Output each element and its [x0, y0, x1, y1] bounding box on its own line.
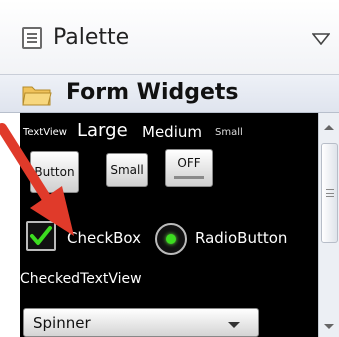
checkbox-widget[interactable]: [26, 221, 56, 251]
folder-icon: [22, 86, 52, 106]
textview-widget[interactable]: TextView: [23, 127, 67, 138]
small-button-widget[interactable]: Small: [106, 153, 148, 187]
scrollbar-thumb[interactable]: [321, 143, 338, 243]
scroll-down-icon[interactable]: [324, 324, 334, 329]
grip-icon: [326, 189, 334, 197]
scroll-up-icon[interactable]: [324, 125, 334, 130]
section-header-form-widgets[interactable]: Form Widgets: [0, 75, 339, 113]
chevron-down-icon: [228, 322, 240, 328]
palette-header: Palette: [0, 0, 339, 75]
button-widget[interactable]: Button: [30, 151, 79, 193]
spinner-widget[interactable]: Spinner: [23, 308, 259, 337]
radio-button-label: RadioButton: [195, 229, 288, 247]
triangle-down-icon[interactable]: [312, 33, 330, 45]
medium-text-widget[interactable]: Medium: [142, 123, 202, 141]
radio-selected-dot: [166, 234, 176, 244]
checkmark-icon: [30, 226, 52, 245]
checked-text-view-widget[interactable]: CheckedTextView: [20, 271, 142, 287]
section-title: Form Widgets: [66, 80, 239, 105]
widget-palette-area: TextView Large Medium Small Button Small…: [20, 113, 318, 337]
checkbox-label: CheckBox: [67, 229, 142, 247]
toggle-button-widget[interactable]: OFF: [165, 149, 213, 187]
palette-title: Palette: [53, 25, 130, 50]
small-text-widget[interactable]: Small: [215, 127, 243, 138]
spinner-label: Spinner: [33, 314, 91, 332]
radio-button-widget[interactable]: [155, 223, 187, 255]
large-text-widget[interactable]: Large: [77, 120, 128, 141]
list-icon: [22, 27, 42, 49]
vertical-scrollbar[interactable]: [318, 113, 339, 337]
